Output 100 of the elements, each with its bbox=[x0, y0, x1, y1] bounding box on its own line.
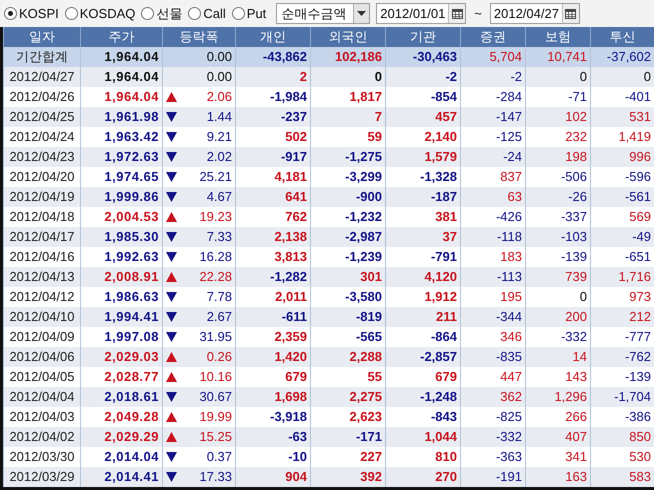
value-cell: 270 bbox=[435, 469, 457, 484]
value-cell: 232 bbox=[565, 129, 587, 144]
value-cell: -30,463 bbox=[412, 49, 457, 64]
column-header[interactable]: 등락폭 bbox=[162, 27, 236, 47]
value-cell: 200 bbox=[565, 309, 587, 324]
date-cell: 2012/04/02 bbox=[9, 429, 75, 444]
date-cell: 2012/04/18 bbox=[9, 209, 75, 224]
value-cell: -2,857 bbox=[420, 349, 457, 364]
value-cell: -762 bbox=[624, 349, 651, 364]
date-cell: 2012/04/25 bbox=[9, 109, 75, 124]
value-cell: -1,282 bbox=[270, 269, 307, 284]
value-cell: 1,044 bbox=[424, 429, 457, 444]
value-cell: -506 bbox=[560, 169, 587, 184]
start-date-field[interactable]: 2012/01/01 bbox=[376, 3, 466, 24]
value-cell: -3,918 bbox=[270, 409, 307, 424]
price-cell: 1,974.65 bbox=[104, 169, 159, 184]
date-cell: 2012/04/20 bbox=[9, 169, 75, 184]
value-cell: 10,741 bbox=[547, 49, 587, 64]
value-cell: 2,140 bbox=[424, 129, 457, 144]
column-header[interactable]: 증권 bbox=[460, 27, 526, 47]
value-cell: 4,120 bbox=[424, 269, 457, 284]
value-cell: 4,181 bbox=[274, 169, 307, 184]
value-cell: -26 bbox=[568, 189, 587, 204]
value-cell: -113 bbox=[496, 269, 522, 284]
column-header[interactable]: 투신 bbox=[590, 27, 654, 47]
value-cell: 973 bbox=[629, 289, 651, 304]
calendar-icon[interactable] bbox=[452, 8, 463, 18]
market-radio[interactable]: Call bbox=[188, 4, 226, 24]
market-radio[interactable]: KOSDAQ bbox=[64, 4, 136, 24]
end-date-field[interactable]: 2012/04/27 bbox=[490, 3, 580, 24]
value-cell: -125 bbox=[496, 129, 522, 144]
value-cell: -1,248 bbox=[420, 389, 457, 404]
value-cell: 0 bbox=[644, 69, 651, 84]
value-cell: -43,862 bbox=[262, 49, 307, 64]
date-cell: 2012/03/29 bbox=[9, 469, 75, 484]
value-cell: -3,299 bbox=[345, 169, 382, 184]
value-cell: -611 bbox=[282, 309, 307, 324]
price-cell: 2,008.91 bbox=[104, 269, 159, 284]
calendar-icon[interactable] bbox=[565, 8, 576, 18]
change-cell-text: 25.21 bbox=[199, 168, 232, 186]
price-cell: 1,963.42 bbox=[104, 129, 159, 144]
value-cell: 227 bbox=[360, 449, 382, 464]
value-cell: 0 bbox=[374, 69, 382, 84]
value-cell: 143 bbox=[565, 369, 587, 384]
column-header[interactable]: 주가 bbox=[80, 27, 162, 47]
value-cell: -777 bbox=[624, 329, 651, 344]
date-cell: 2012/03/30 bbox=[9, 449, 75, 464]
date-cell: 2012/04/06 bbox=[9, 349, 75, 364]
value-cell: 447 bbox=[500, 369, 522, 384]
value-cell: -401 bbox=[624, 89, 651, 104]
value-cell: -2 bbox=[445, 69, 457, 84]
value-cell: 266 bbox=[565, 409, 587, 424]
column-header[interactable]: 개인 bbox=[236, 27, 310, 47]
value-cell: 59 bbox=[368, 129, 382, 144]
change-cell-text: 9.21 bbox=[206, 128, 232, 146]
value-cell: -386 bbox=[624, 409, 651, 424]
change-cell-text: 0.00 bbox=[206, 48, 232, 66]
value-cell: -2 bbox=[510, 69, 522, 84]
value-cell: 7 bbox=[374, 109, 382, 124]
column-header[interactable]: 기관 bbox=[386, 27, 460, 47]
change-cell-text: 19.99 bbox=[199, 408, 232, 426]
value-cell: 301 bbox=[360, 269, 382, 284]
value-cell: -1,275 bbox=[345, 149, 382, 164]
date-cell: 2012/04/13 bbox=[9, 269, 75, 284]
value-cell: 211 bbox=[436, 309, 457, 324]
date-cell: 2012/04/26 bbox=[9, 89, 75, 104]
change-cell-text: 17.33 bbox=[199, 468, 232, 486]
value-cell: 0 bbox=[580, 69, 587, 84]
price-cell: 1,997.08 bbox=[104, 329, 159, 344]
date-cell: 2012/04/04 bbox=[9, 389, 75, 404]
price-cell: 2,018.61 bbox=[104, 389, 159, 404]
value-cell: 904 bbox=[285, 469, 307, 484]
value-cell: 457 bbox=[435, 109, 457, 124]
date-cell: 2012/04/23 bbox=[9, 149, 75, 164]
value-cell: 2,275 bbox=[349, 389, 382, 404]
market-radio[interactable]: Put bbox=[232, 4, 266, 24]
value-cell: 641 bbox=[285, 189, 307, 204]
value-cell: -363 bbox=[496, 449, 522, 464]
value-cell: -344 bbox=[496, 309, 522, 324]
value-cell: -237 bbox=[280, 109, 307, 124]
market-radio[interactable]: 선물 bbox=[141, 4, 182, 24]
value-cell: 1,912 bbox=[424, 289, 457, 304]
value-cell: 837 bbox=[500, 169, 522, 184]
market-radio[interactable]: KOSPI bbox=[4, 4, 59, 24]
column-header[interactable]: 일자 bbox=[4, 27, 80, 47]
price-cell: 1,964.04 bbox=[104, 89, 159, 104]
change-cell-text: 7.33 bbox=[206, 228, 232, 246]
date-cell: 2012/04/17 bbox=[9, 229, 75, 244]
value-cell: 531 bbox=[629, 109, 651, 124]
value-cell: -1,232 bbox=[345, 209, 382, 224]
column-header[interactable]: 보험 bbox=[526, 27, 590, 47]
change-cell-text: 2.02 bbox=[206, 148, 232, 166]
value-cell: -63 bbox=[288, 429, 307, 444]
value-cell: 183 bbox=[500, 249, 522, 264]
column-header[interactable]: 외국인 bbox=[310, 27, 386, 47]
metric-dropdown[interactable]: 순매수금액 bbox=[276, 3, 370, 24]
value-cell: -843 bbox=[430, 409, 457, 424]
value-cell: -1,704 bbox=[614, 389, 651, 404]
value-cell: -10 bbox=[288, 449, 307, 464]
value-cell: 2,288 bbox=[349, 349, 382, 364]
